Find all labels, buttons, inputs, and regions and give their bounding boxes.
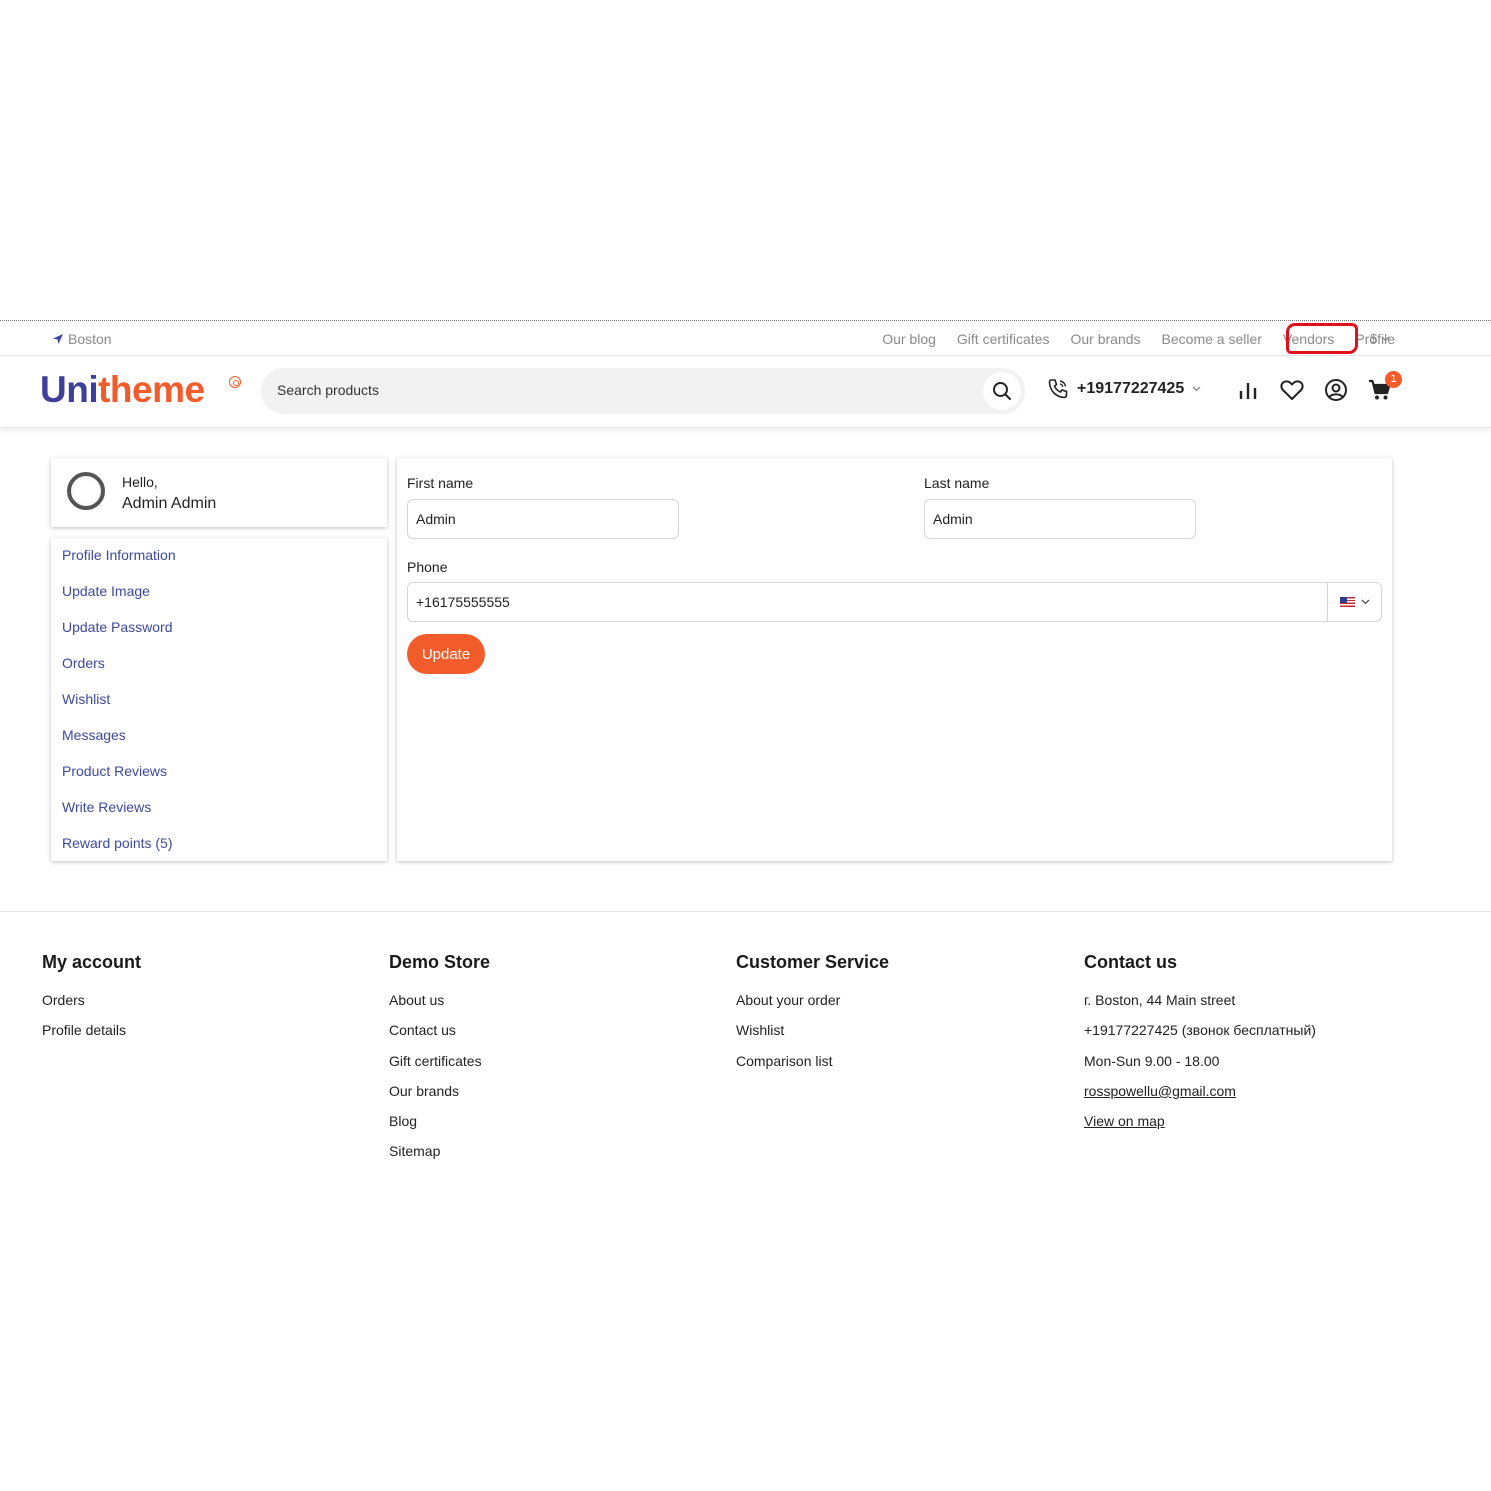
footer-link-our-brands[interactable]: Our brands [389,1083,490,1113]
footer-link-wishlist[interactable]: Wishlist [736,1022,889,1052]
first-name-label: First name [407,475,474,491]
chevron-down-icon [1381,336,1390,341]
footer-demo-store: Demo Store About us Contact us Gift cert… [389,952,490,1174]
phone-field[interactable] [407,582,1382,622]
footer-heading: Contact us [1084,952,1178,972]
link-become-seller[interactable]: Become a seller [1162,331,1262,347]
currency-selector[interactable]: $ [1370,331,1390,346]
avatar [67,472,105,510]
user-circle-icon [1325,379,1347,401]
last-name-label: Last name [924,475,990,491]
footer-customer-service: Customer Service About your order Wishli… [736,952,889,1083]
footer-link-about-your-order[interactable]: About your order [736,992,889,1022]
menu-item-update-password[interactable]: Update Password [51,618,387,654]
header-phone-number: +19177227425 [1077,380,1185,397]
footer-link-about-us[interactable]: About us [389,992,490,1022]
location-arrow-icon [53,334,63,344]
footer-map-link[interactable]: View on map [1084,1113,1316,1143]
search-input[interactable]: Search products [277,382,379,398]
footer-link-profile-details[interactable]: Profile details [42,1022,141,1052]
location-label: Boston [68,331,112,347]
us-flag-icon [1340,597,1355,607]
footer-divider [0,911,1491,912]
footer-email-link[interactable]: rosspowellu@gmail.com [1084,1083,1316,1113]
footer-my-account: My account Orders Profile details [42,952,141,1053]
menu-item-orders[interactable]: Orders [51,654,387,690]
first-name-field[interactable] [407,499,679,539]
bar-chart-icon [1239,383,1257,399]
phone-dropdown[interactable]: +19177227425 [1047,378,1201,400]
link-gift-certificates[interactable]: Gift certificates [957,331,1050,347]
link-our-brands[interactable]: Our brands [1071,331,1141,347]
logo-registered-icon [229,376,241,388]
footer-link-contact-us[interactable]: Contact us [389,1022,490,1052]
logo-text-uni: Uni [40,369,99,410]
footer-heading: My account [42,952,142,972]
search-bar[interactable]: Search products [261,368,1025,414]
chevron-down-icon [1361,599,1370,605]
country-code-select[interactable] [1327,582,1382,622]
footer-address: г. Boston, 44 Main street [1084,992,1236,1008]
chevron-down-icon [1192,386,1201,392]
top-links: Our blog Gift certificates Our brands Be… [882,331,1395,347]
wishlist-button[interactable] [1280,378,1304,402]
profile-form: First name Last name Phone Update [397,458,1392,861]
phone-call-icon [1048,379,1068,399]
user-name: Admin Admin [122,495,217,512]
update-button[interactable]: Update [407,634,485,674]
footer-link-blog[interactable]: Blog [389,1113,490,1143]
link-vendors[interactable]: Vendors [1283,331,1334,347]
footer-phone: +19177227425 (звонок бесплатный) [1084,1022,1316,1039]
footer-contact-us: Contact us г. Boston, 44 Main street +19… [1084,952,1316,1143]
menu-item-messages[interactable]: Messages [51,726,387,762]
search-icon [993,382,1011,400]
link-our-blog[interactable]: Our blog [882,331,936,347]
compare-button[interactable] [1236,378,1260,402]
top-bar: Boston Our blog Gift certificates Our br… [0,323,1491,356]
account-menu: Profile Information Update Image Update … [51,538,387,861]
currency-label: $ [1370,331,1378,346]
search-button[interactable] [983,372,1021,410]
site-logo[interactable]: Unitheme [40,369,205,411]
user-greeting-card: Hello, Admin Admin [51,458,387,527]
cart-count-badge: 1 [1385,371,1402,388]
menu-item-product-reviews[interactable]: Product Reviews [51,762,387,798]
footer-link-orders[interactable]: Orders [42,992,141,1022]
menu-item-wishlist[interactable]: Wishlist [51,690,387,726]
footer-hours: Mon-Sun 9.00 - 18.00 [1084,1052,1220,1069]
header-icons [1236,378,1392,402]
footer-link-comparison-list[interactable]: Comparison list [736,1053,889,1083]
menu-item-write-reviews[interactable]: Write Reviews [51,798,387,834]
menu-item-reward-points[interactable]: Reward points (5) [51,834,387,870]
last-name-field[interactable] [924,499,1196,539]
dotted-separator [0,320,1491,322]
phone-label: Phone [407,559,448,575]
location-selector[interactable]: Boston [52,331,112,347]
greeting-text: Hello, [122,474,158,490]
footer-heading: Customer Service [736,952,890,972]
menu-item-update-image[interactable]: Update Image [51,582,387,618]
account-button[interactable] [1324,378,1348,402]
footer-heading: Demo Store [389,952,491,972]
heart-icon [1280,380,1304,400]
main-header: Unitheme Search products +19177227425 1 [0,356,1491,428]
footer-link-gift-certificates[interactable]: Gift certificates [389,1053,490,1083]
logo-text-theme: theme [98,369,205,410]
menu-item-profile-information[interactable]: Profile Information [51,546,387,582]
footer-link-sitemap[interactable]: Sitemap [389,1143,490,1173]
